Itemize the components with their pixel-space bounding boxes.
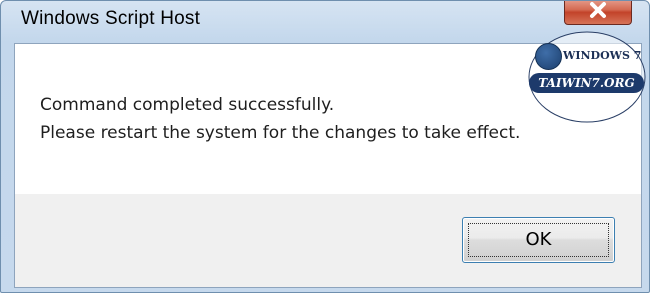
ok-button-label: OK	[525, 229, 552, 250]
watermark-title: WINDOWS 7	[563, 49, 642, 62]
watermark-site: TAIWIN7.ORG	[538, 76, 635, 90]
message-line-2: Please restart the system for the change…	[40, 123, 521, 143]
windows-logo-icon	[535, 43, 562, 70]
close-icon	[590, 2, 606, 18]
message-dialog: Windows Script Host Command completed su…	[0, 0, 650, 293]
ok-button[interactable]: OK	[462, 217, 615, 263]
close-button[interactable]	[564, 1, 632, 25]
window-title: Windows Script Host	[21, 8, 201, 29]
message-line-1: Command completed successfully.	[40, 95, 335, 115]
watermark-band: TAIWIN7.ORG	[529, 73, 644, 93]
site-watermark: WINDOWS 7 TAIWIN7.ORG	[525, 29, 649, 125]
